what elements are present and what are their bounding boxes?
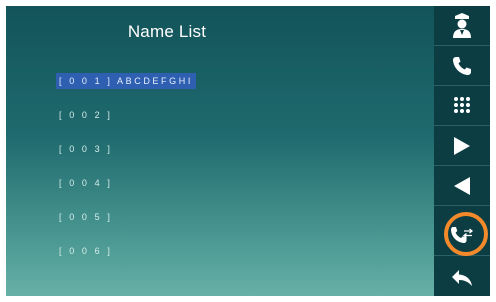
back-arrow-icon <box>451 269 473 287</box>
page-title: Name List <box>127 22 207 41</box>
list-item-label: [ 0 0 6 ] <box>59 246 113 256</box>
play-left-icon <box>453 176 471 196</box>
list-item-label: [ 0 0 3 ] <box>59 144 113 154</box>
list-item-label: [ 0 0 5 ] <box>59 212 113 222</box>
screen: Name List [ 0 0 1 ] ABCDEFGHI [ 0 0 2 ] … <box>6 6 490 296</box>
list-item[interactable]: [ 0 0 5 ] <box>56 204 356 238</box>
list-item[interactable]: [ 0 0 6 ] <box>56 238 356 272</box>
call-list-button[interactable] <box>434 216 490 256</box>
next-button[interactable] <box>434 126 490 166</box>
phone-icon <box>452 56 472 76</box>
list-item[interactable]: [ 0 0 4 ] <box>56 170 356 204</box>
call-button[interactable] <box>434 46 490 86</box>
call-list-icon <box>450 226 474 246</box>
list-item[interactable]: [ 0 0 1 ] ABCDEFGHI <box>56 68 356 102</box>
sidebar <box>434 6 490 296</box>
back-button[interactable] <box>434 260 490 296</box>
list-item-label: [ 0 0 1 ] ABCDEFGHI <box>56 73 196 89</box>
list-item-label: [ 0 0 4 ] <box>59 178 113 188</box>
guard-button[interactable] <box>434 6 490 46</box>
list-item[interactable]: [ 0 0 2 ] <box>56 102 356 136</box>
list-item-label: [ 0 0 2 ] <box>59 110 113 120</box>
previous-button[interactable] <box>434 166 490 206</box>
keypad-button[interactable] <box>434 86 490 126</box>
keypad-icon <box>452 95 472 117</box>
list-item[interactable]: [ 0 0 3 ] <box>56 136 356 170</box>
guard-icon <box>451 12 473 39</box>
name-list: [ 0 0 1 ] ABCDEFGHI [ 0 0 2 ] [ 0 0 3 ] … <box>56 68 356 272</box>
play-right-icon <box>453 136 471 156</box>
